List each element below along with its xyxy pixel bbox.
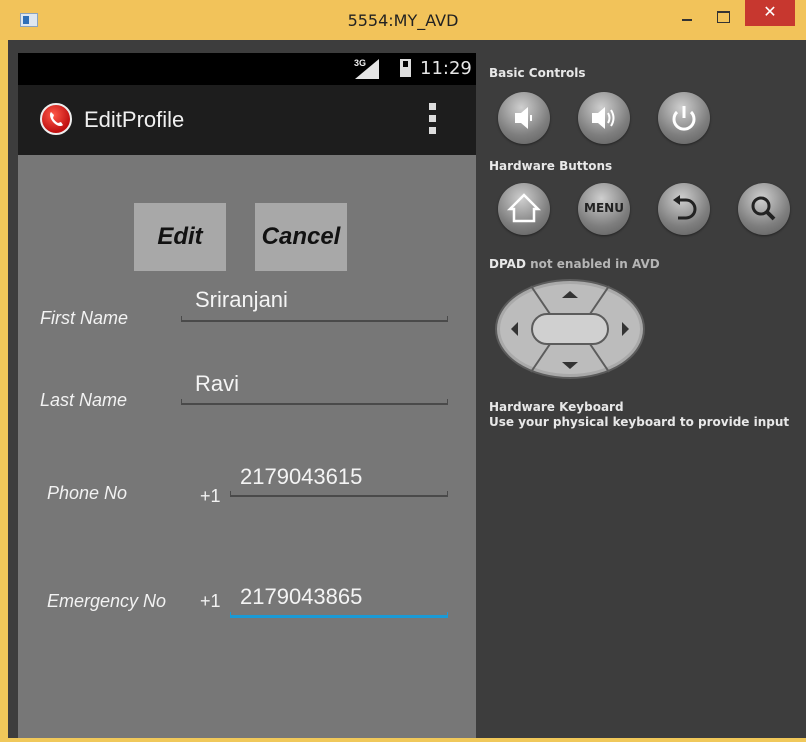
phone-field[interactable]: 2179043615	[240, 464, 362, 490]
dpad-label: DPAD	[489, 257, 526, 271]
last-name-label: Last Name	[40, 390, 128, 410]
hardware-buttons-heading: Hardware Buttons	[489, 159, 613, 173]
maximize-button[interactable]	[710, 6, 736, 28]
battery-icon	[400, 59, 411, 77]
search-icon	[751, 196, 776, 221]
dpad-control[interactable]	[494, 278, 646, 380]
network-type: 3G	[354, 58, 367, 68]
home-icon	[506, 193, 542, 223]
emergency-country-code: +1	[200, 591, 221, 611]
phone-screen: 3G 11:29 EditProfile Edit Cancel First N…	[18, 53, 476, 738]
first-name-underline	[181, 316, 448, 322]
dpad-status: DPAD not enabled in AVD	[489, 257, 660, 271]
last-name-field[interactable]: Ravi	[195, 371, 239, 397]
page-title: EditProfile	[84, 107, 185, 132]
back-icon	[673, 195, 697, 220]
power-button[interactable]	[658, 92, 710, 144]
close-button[interactable]: ✕	[745, 0, 795, 26]
last-name-underline	[181, 399, 448, 405]
volume-down-button[interactable]	[498, 92, 550, 144]
keyboard-hint: Use your physical keyboard to provide in…	[489, 415, 790, 429]
phone-underline	[230, 491, 448, 497]
status-time: 11:29	[420, 58, 472, 79]
first-name-label: First Name	[40, 308, 129, 328]
emergency-field[interactable]: 2179043865	[240, 584, 362, 610]
dpad-note: not enabled in AVD	[530, 257, 660, 271]
home-button[interactable]	[498, 183, 550, 235]
phone-app-icon[interactable]	[40, 103, 72, 135]
window-title-bar: 5554:MY_AVD ✕	[0, 0, 806, 40]
overflow-menu-icon[interactable]	[429, 103, 437, 137]
phone-country-code: +1	[200, 486, 221, 506]
menu-button[interactable]: MENU	[578, 183, 630, 235]
cancel-button[interactable]: Cancel	[255, 203, 347, 271]
action-bar: EditProfile	[18, 85, 476, 155]
keyboard-heading: Hardware Keyboard	[489, 400, 624, 414]
minimize-button[interactable]	[674, 6, 700, 28]
phone-label: Phone No	[47, 483, 128, 503]
edit-button[interactable]: Edit	[134, 203, 226, 271]
power-icon	[672, 106, 696, 131]
volume-up-icon	[592, 107, 615, 129]
basic-controls-heading: Basic Controls	[489, 66, 586, 80]
status-bar: 3G 11:29	[18, 53, 476, 85]
search-button[interactable]	[738, 183, 790, 235]
volume-down-icon	[515, 107, 532, 129]
back-button[interactable]	[658, 183, 710, 235]
emergency-label: Emergency No	[47, 591, 167, 611]
emergency-underline	[230, 612, 448, 618]
volume-up-button[interactable]	[578, 92, 630, 144]
first-name-field[interactable]: Sriranjani	[195, 287, 288, 313]
menu-label: MENU	[584, 201, 624, 215]
